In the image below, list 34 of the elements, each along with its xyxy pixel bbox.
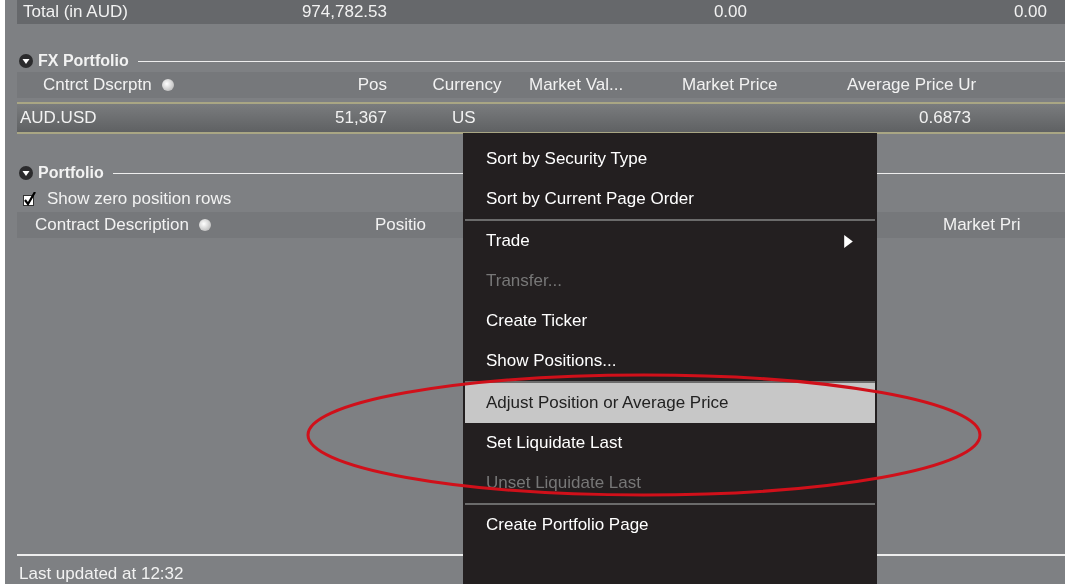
table-cell-text: AUD.USD [19,108,98,128]
menu-item[interactable]: Sort by Current Page Order [465,179,875,219]
column-menu-icon[interactable] [199,219,211,231]
column-header[interactable]: Market Pri [943,215,1065,235]
table-cell-text: 0.6873 [918,108,972,128]
menu-item[interactable]: Show Positions... [465,341,875,381]
menu-item[interactable]: Set Liquidate Last [465,423,875,463]
checkbox-label: Show zero position rows [47,189,232,209]
table-cell-text: US [451,108,477,128]
column-header[interactable]: Currency [387,75,517,95]
total-value: 0.00 [712,2,747,22]
status-text: Last updated at 12:32 [19,564,184,584]
column-header[interactable]: Market Val... [517,75,682,95]
menu-item[interactable]: Adjust Position or Average Price [465,383,875,423]
collapse-icon[interactable] [19,166,33,180]
table-cell-text: 51,367 [334,108,387,128]
total-label: Total (in AUD) [22,2,129,22]
total-value: 974,782.53 [300,2,387,22]
column-header[interactable]: Pos [307,75,387,95]
total-value: 0.00 [1012,2,1047,22]
section-title: FX Portfolio [38,52,129,70]
column-header[interactable]: Market Price [682,75,847,95]
column-header[interactable]: Average Price Ur [847,75,1065,95]
menu-item[interactable]: Create Portfolio Page [465,505,875,545]
collapse-icon[interactable] [19,54,33,68]
checkbox[interactable] [23,192,37,206]
table-row[interactable]: AUD.USD 51,367 US 0.6873 [17,102,1065,134]
menu-item[interactable]: Create Ticker [465,301,875,341]
section-title: Portfolio [38,164,104,182]
menu-item[interactable]: Trade [465,221,875,261]
column-header[interactable]: Cntrct Dscrptn [17,75,307,95]
column-menu-icon[interactable] [161,79,174,91]
column-header[interactable]: Contract Description [17,215,375,235]
menu-item[interactable]: Sort by Security Type [465,139,875,179]
